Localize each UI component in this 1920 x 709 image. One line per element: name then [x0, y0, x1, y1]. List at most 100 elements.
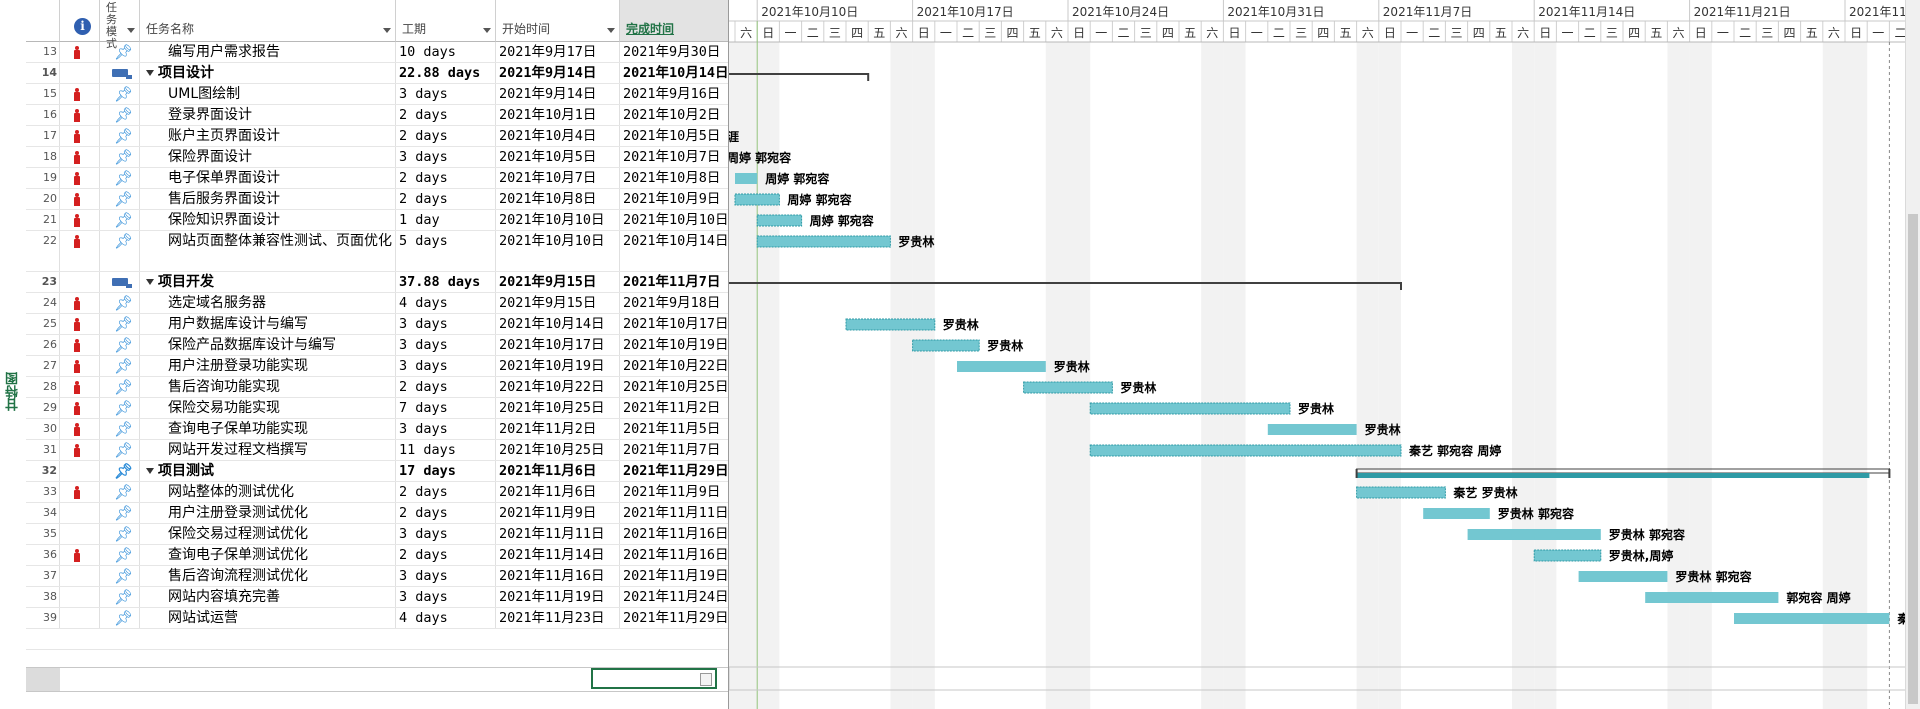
task-row[interactable]: 15 📌︎ UML图绘制 3 days 2021年9月14日 2021年9月16日 [26, 84, 744, 105]
header-start[interactable]: 开始时间 [496, 0, 620, 42]
task-row[interactable]: 13 📌︎ 编写用户需求报告 10 days 2021年9月17日 2021年9月30日 [26, 42, 744, 63]
task-mode-cell[interactable]: 📌︎ [100, 314, 140, 334]
collapse-triangle-icon[interactable] [146, 468, 154, 474]
finish-cell[interactable]: 2021年10月14日 [620, 63, 744, 83]
task-bar[interactable] [756, 235, 891, 248]
task-bar[interactable] [1089, 444, 1402, 457]
row-id[interactable]: 34 [26, 503, 60, 523]
task-row[interactable]: 33 📌︎ 网站整体的测试优化 2 days 2021年11月6日 2021年11月9日 [26, 482, 744, 503]
duration-cell[interactable]: 4 days [396, 293, 496, 313]
task-mode-cell[interactable]: 📌︎ [100, 503, 140, 523]
task-bar[interactable] [845, 318, 936, 331]
start-cell[interactable]: 2021年10月25日 [496, 440, 620, 460]
row-id[interactable]: 28 [26, 377, 60, 397]
selected-finish-cell[interactable] [591, 668, 717, 689]
header-finish[interactable]: 完成时间 [620, 0, 744, 42]
scrollbar-thumb[interactable] [1908, 214, 1918, 704]
start-cell[interactable]: 2021年9月14日 [496, 84, 620, 104]
finish-cell[interactable]: 2021年11月9日 [620, 482, 744, 502]
start-cell[interactable]: 2021年11月23日 [496, 608, 620, 628]
vertical-scrollbar[interactable] [1905, 0, 1920, 709]
finish-cell[interactable]: 2021年11月5日 [620, 419, 744, 439]
row-id[interactable]: 24 [26, 293, 60, 313]
row-id[interactable]: 13 [26, 42, 60, 62]
task-row[interactable]: 18 📌︎ 保险界面设计 3 days 2021年10月5日 2021年10月7日 [26, 147, 744, 168]
duration-cell[interactable]: 2 days [396, 377, 496, 397]
header-duration[interactable]: 工期 [396, 0, 496, 42]
start-cell[interactable]: 2021年10月1日 [496, 105, 620, 125]
start-cell[interactable]: 2021年10月4日 [496, 126, 620, 146]
task-row[interactable]: 28 📌︎ 售后咨询功能实现 2 days 2021年10月22日 2021年10月25日 [26, 377, 744, 398]
task-bar[interactable] [957, 361, 1046, 372]
task-name-cell[interactable]: 编写用户需求报告 [140, 42, 396, 62]
finish-cell[interactable]: 2021年11月16日 [620, 524, 744, 544]
duration-cell[interactable]: 3 days [396, 147, 496, 167]
row-id[interactable]: 31 [26, 440, 60, 460]
row-id[interactable]: 25 [26, 314, 60, 334]
task-mode-cell[interactable]: 📌︎ [100, 419, 140, 439]
duration-cell[interactable]: 17 days [396, 461, 496, 481]
task-bar[interactable] [1467, 529, 1601, 540]
task-mode-cell[interactable]: 📌︎ [100, 356, 140, 376]
chevron-down-icon[interactable] [483, 28, 491, 33]
task-name-cell[interactable]: 用户注册登录测试优化 [140, 503, 396, 523]
task-row[interactable]: 17 📌︎ 账户主页界面设计 2 days 2021年10月4日 2021年10月5日 [26, 126, 744, 147]
summary-bar[interactable] [1356, 468, 1890, 474]
task-mode-cell[interactable]: 📌︎ [100, 84, 140, 104]
start-cell[interactable]: 2021年10月19日 [496, 356, 620, 376]
task-mode-cell[interactable]: 📌︎ [100, 440, 140, 460]
task-name-cell[interactable]: 项目设计 [140, 63, 396, 83]
task-name-cell[interactable]: 网站开发过程文档撰写 [140, 440, 396, 460]
task-mode-cell[interactable]: 📌︎ [100, 147, 140, 167]
row-id[interactable]: 38 [26, 587, 60, 607]
task-row[interactable]: 39 📌︎ 网站试运营 4 days 2021年11月23日 2021年11月29日 [26, 608, 744, 629]
duration-cell[interactable]: 3 days [396, 566, 496, 586]
task-mode-cell[interactable]: 📌︎ [100, 398, 140, 418]
duration-cell[interactable]: 10 days [396, 42, 496, 62]
task-mode-cell[interactable]: 📌︎ [100, 105, 140, 125]
duration-cell[interactable]: 11 days [396, 440, 496, 460]
finish-cell[interactable]: 2021年11月29日 [620, 461, 744, 481]
finish-cell[interactable]: 2021年10月17日 [620, 314, 744, 334]
duration-cell[interactable]: 3 days [396, 335, 496, 355]
gantt-svg[interactable]: 六日一二三四五六日一二三四五六日一二三四五六日一二三四五六日一二三四五六日一二三… [729, 0, 1920, 709]
duration-cell[interactable]: 37.88 days [396, 272, 496, 292]
finish-cell[interactable]: 2021年9月16日 [620, 84, 744, 104]
collapse-triangle-icon[interactable] [146, 279, 154, 285]
task-mode-cell[interactable] [100, 63, 140, 83]
task-mode-cell[interactable]: 📌︎ [100, 608, 140, 628]
chevron-down-icon[interactable] [607, 28, 615, 33]
empty-row[interactable] [26, 629, 728, 650]
task-name-cell[interactable]: 保险知识界面设计 [140, 210, 396, 230]
task-mode-cell[interactable]: 📌︎ [100, 545, 140, 565]
row-id[interactable]: 39 [26, 608, 60, 628]
task-bar[interactable] [1533, 549, 1602, 562]
duration-cell[interactable]: 2 days [396, 482, 496, 502]
finish-cell[interactable]: 2021年11月7日 [620, 272, 744, 292]
duration-cell[interactable]: 2 days [396, 126, 496, 146]
row-id[interactable]: 32 [26, 461, 60, 481]
duration-cell[interactable]: 4 days [396, 608, 496, 628]
gantt-chart[interactable]: 六日一二三四五六日一二三四五六日一二三四五六日一二三四五六日一二三四五六日一二三… [729, 0, 1920, 709]
task-row[interactable]: 21 📌︎ 保险知识界面设计 1 day 2021年10月10日 2021年10月10日 [26, 210, 744, 231]
header-task-mode[interactable]: 任务模式 [100, 0, 140, 50]
task-row[interactable]: 23 项目开发 37.88 days 2021年9月15日 2021年11月7日 [26, 272, 744, 293]
finish-cell[interactable]: 2021年11月24日 [620, 587, 744, 607]
finish-cell[interactable]: 2021年10月9日 [620, 189, 744, 209]
duration-cell[interactable]: 2 days [396, 189, 496, 209]
finish-cell[interactable]: 2021年10月25日 [620, 377, 744, 397]
task-name-cell[interactable]: 用户数据库设计与编写 [140, 314, 396, 334]
start-cell[interactable]: 2021年10月10日 [496, 210, 620, 230]
task-name-cell[interactable]: 售后服务界面设计 [140, 189, 396, 209]
task-name-cell[interactable]: 选定域名服务器 [140, 293, 396, 313]
task-name-cell[interactable]: 保险交易功能实现 [140, 398, 396, 418]
task-name-cell[interactable]: 账户主页界面设计 [140, 126, 396, 146]
start-cell[interactable]: 2021年11月19日 [496, 587, 620, 607]
row-id[interactable]: 29 [26, 398, 60, 418]
task-row[interactable]: 37 📌︎ 售后咨询流程测试优化 3 days 2021年11月16日 2021年11月1… [26, 566, 744, 587]
task-bar[interactable] [734, 193, 780, 206]
start-cell[interactable]: 2021年11月16日 [496, 566, 620, 586]
start-cell[interactable]: 2021年11月11日 [496, 524, 620, 544]
row-id[interactable]: 19 [26, 168, 60, 188]
finish-cell[interactable]: 2021年9月18日 [620, 293, 744, 313]
